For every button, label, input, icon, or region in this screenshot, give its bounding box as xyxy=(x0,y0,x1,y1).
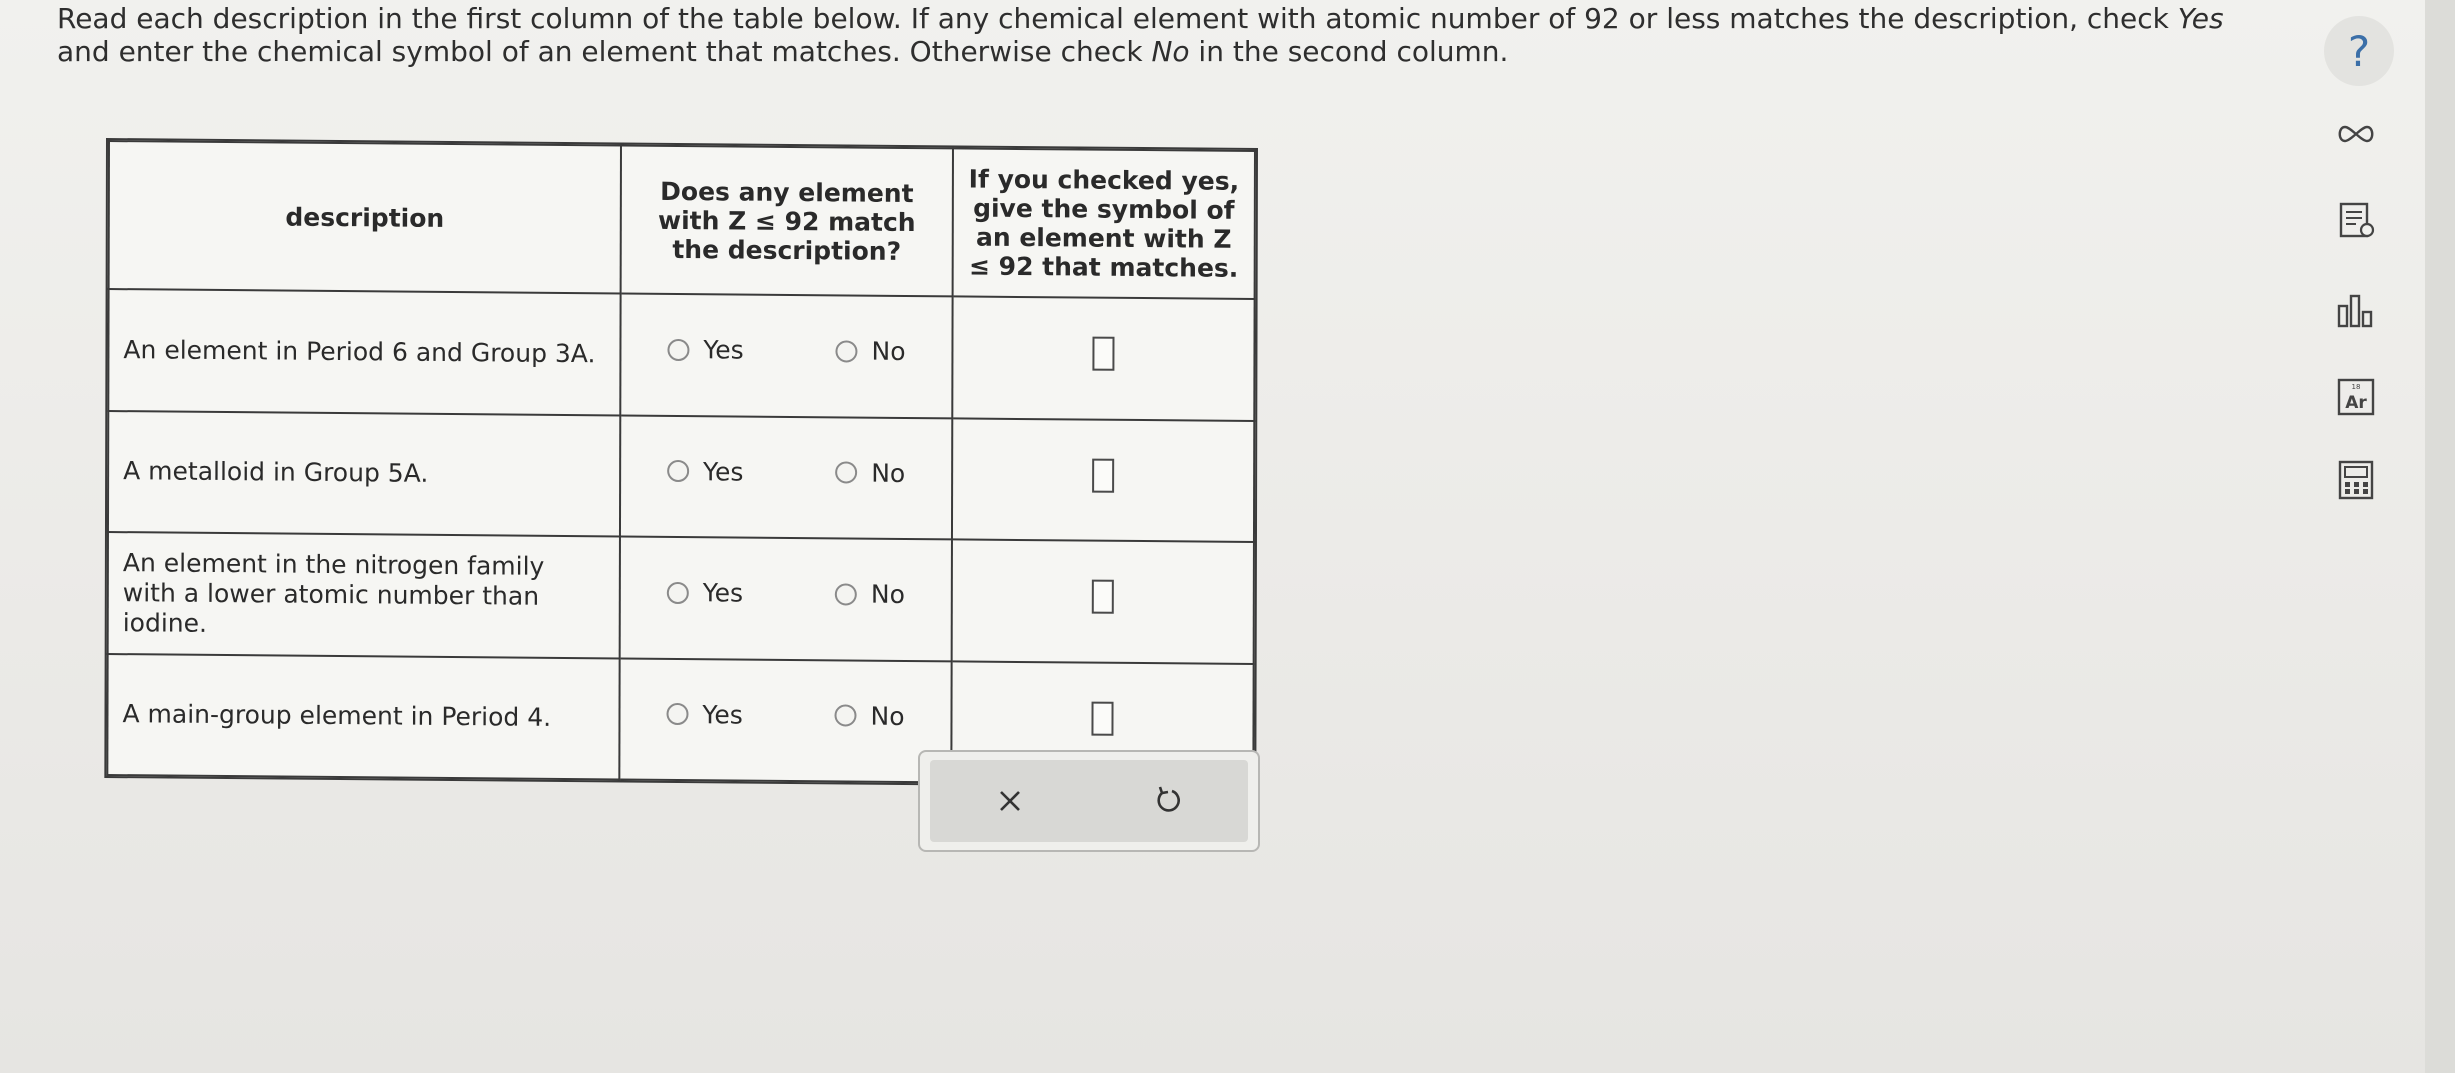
no-label: No xyxy=(870,701,905,731)
yes-radio[interactable] xyxy=(667,338,690,361)
right-edge-strip xyxy=(2425,0,2455,1073)
instructions-no-word: No xyxy=(1151,35,1190,68)
help-button[interactable]: ? xyxy=(2324,16,2394,86)
header-symbol: If you checked yes, give the symbol of a… xyxy=(952,148,1255,300)
symbol-input[interactable] xyxy=(1091,701,1114,736)
undo-icon xyxy=(1156,786,1180,812)
yes-label: Yes xyxy=(702,578,744,608)
periodic-table-number: 18 xyxy=(2352,383,2361,391)
row-choices: Yes No xyxy=(619,415,953,540)
close-icon xyxy=(999,791,1020,811)
header-description: description xyxy=(108,141,621,294)
no-radio[interactable] xyxy=(834,704,857,727)
yes-label: Yes xyxy=(702,699,743,730)
periodic-table-icon: 18 Ar xyxy=(2337,378,2375,416)
row-description: An element in Period 6 and Group 3A. xyxy=(108,289,621,416)
row-description: A main-group element in Period 4. xyxy=(107,653,620,780)
yes-option[interactable]: Yes xyxy=(666,699,743,730)
notes-button[interactable] xyxy=(2330,194,2382,246)
action-button-bar xyxy=(930,760,1248,842)
infinity-button[interactable] xyxy=(2330,108,2382,160)
row-description: An element in the nitrogen family with a… xyxy=(107,532,620,658)
no-label: No xyxy=(870,579,905,610)
row-symbol-cell xyxy=(952,296,1255,421)
question-instructions: Read each description in the first colum… xyxy=(57,2,2237,68)
no-option[interactable]: No xyxy=(834,701,905,731)
instructions-part-1: Read each description in the first colum… xyxy=(57,2,2178,35)
header-match: Does any element with Z ≤ 92 match the d… xyxy=(620,145,953,297)
row-description: A metalloid in Group 5A. xyxy=(107,410,621,537)
row-symbol-cell xyxy=(951,539,1254,664)
yes-label: Yes xyxy=(703,456,744,487)
question-table: description Does any element with Z ≤ 92… xyxy=(106,140,1256,786)
yes-option[interactable]: Yes xyxy=(667,456,744,487)
infinity-icon xyxy=(2338,125,2374,143)
table-row: An element in Period 6 and Group 3A. Yes… xyxy=(108,289,1255,421)
undo-button[interactable] xyxy=(1134,771,1204,831)
bar-chart-icon xyxy=(2337,294,2373,328)
instructions-part-3: in the second column. xyxy=(1189,35,1509,68)
table-header-row: description Does any element with Z ≤ 92… xyxy=(108,141,1255,300)
calculator-button[interactable] xyxy=(2330,454,2382,506)
no-option[interactable]: No xyxy=(835,458,905,488)
yes-radio[interactable] xyxy=(666,702,689,726)
notes-icon xyxy=(2339,202,2375,238)
no-radio[interactable] xyxy=(834,582,857,606)
no-label: No xyxy=(871,336,906,367)
answer-action-panel xyxy=(918,750,1260,852)
row-choices: Yes No xyxy=(619,657,952,783)
yes-radio[interactable] xyxy=(666,581,689,604)
data-chart-button[interactable] xyxy=(2330,284,2382,336)
periodic-table-symbol: Ar xyxy=(2345,393,2367,413)
row-choices: Yes No xyxy=(619,536,952,661)
clear-button[interactable] xyxy=(975,771,1045,831)
table-row: An element in the nitrogen family with a… xyxy=(107,532,1254,664)
no-label: No xyxy=(871,458,906,488)
periodic-table-button[interactable]: 18 Ar xyxy=(2330,371,2382,423)
symbol-input[interactable] xyxy=(1091,579,1114,614)
row-choices: Yes No xyxy=(620,293,953,419)
question-table-container: description Does any element with Z ≤ 92… xyxy=(104,138,1258,789)
table-row: A metalloid in Group 5A. Yes No xyxy=(107,410,1255,543)
help-icon: ? xyxy=(2347,26,2371,76)
no-option[interactable]: No xyxy=(835,336,906,367)
no-radio[interactable] xyxy=(835,340,858,363)
symbol-input[interactable] xyxy=(1092,336,1115,372)
row-symbol-cell xyxy=(951,418,1255,543)
symbol-input[interactable] xyxy=(1092,458,1115,493)
yes-label: Yes xyxy=(703,335,744,365)
yes-option[interactable]: Yes xyxy=(667,335,744,365)
calculator-icon xyxy=(2338,460,2374,500)
instructions-part-2: and enter the chemical symbol of an elem… xyxy=(57,35,1152,68)
no-radio[interactable] xyxy=(835,461,858,484)
yes-radio[interactable] xyxy=(667,460,690,483)
instructions-yes-word: Yes xyxy=(2177,2,2224,35)
no-option[interactable]: No xyxy=(834,579,905,610)
yes-option[interactable]: Yes xyxy=(666,578,744,608)
